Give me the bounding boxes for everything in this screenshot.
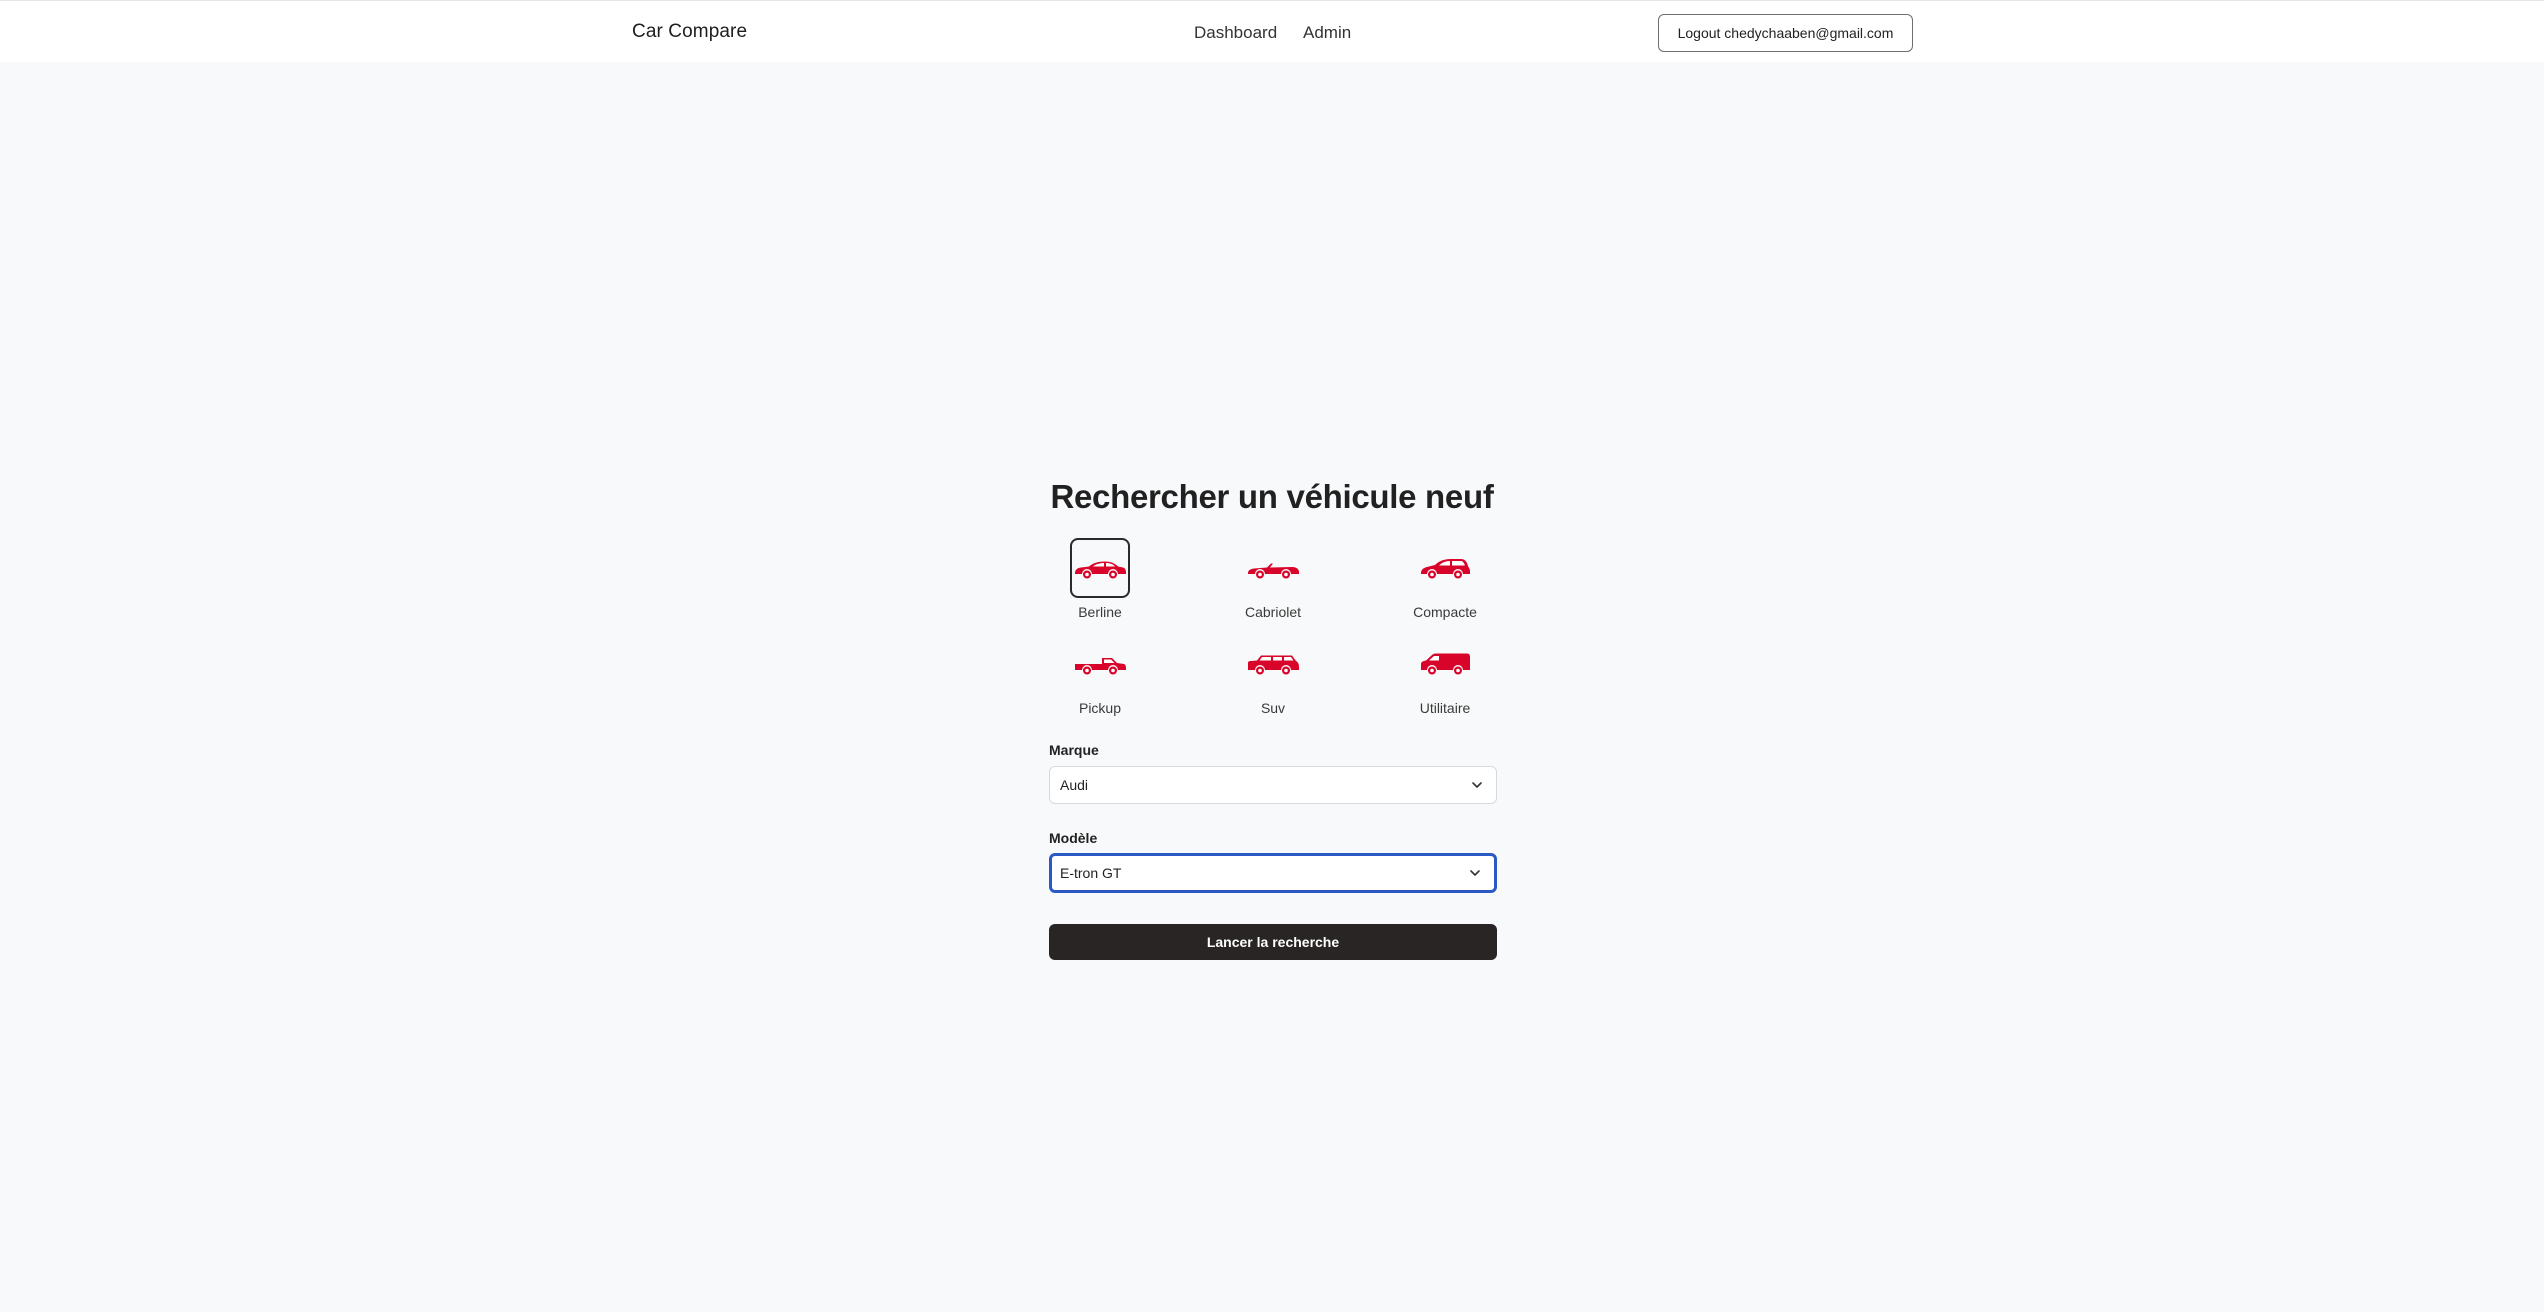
convertible-icon (1243, 538, 1303, 598)
hatchback-icon (1415, 538, 1475, 598)
model-select[interactable]: E-tron GT (1049, 853, 1497, 893)
nav-link-admin[interactable]: Admin (1303, 23, 1351, 43)
nav-link-dashboard[interactable]: Dashboard (1194, 23, 1277, 43)
search-submit-label: Lancer la recherche (1206, 934, 1340, 950)
vehicle-type-cabriolet[interactable]: Cabriolet (1218, 538, 1328, 620)
model-field-label: Modèle (1049, 830, 1098, 846)
vehicle-type-utilitaire[interactable]: Utilitaire (1390, 634, 1500, 716)
vehicle-type-berline[interactable]: Berline (1045, 538, 1155, 620)
chevron-down-icon (1470, 870, 1480, 876)
vehicle-type-compacte[interactable]: Compacte (1390, 538, 1500, 620)
navbar: Car Compare Dashboard Admin Logout chedy… (0, 0, 2544, 62)
vehicle-type-grid: Berline Cabriolet Compacte Pickup Suv Ut… (1045, 538, 1500, 718)
brand-select-value: Audi (1060, 777, 1089, 793)
page-title: Rechercher un véhicule neuf (1050, 478, 1494, 515)
vehicle-type-suv[interactable]: Suv (1218, 634, 1328, 716)
van-icon (1415, 634, 1475, 694)
vehicle-type-label: Utilitaire (1419, 700, 1471, 716)
vehicle-type-label: Compacte (1413, 604, 1477, 620)
brand-field-label: Marque (1049, 742, 1099, 758)
vehicle-type-label: Pickup (1078, 700, 1122, 716)
vehicle-type-label: Berline (1078, 604, 1122, 620)
pickup-icon (1070, 634, 1130, 694)
brand-select[interactable]: Audi (1049, 766, 1497, 804)
brand-logo[interactable]: Car Compare (632, 21, 747, 43)
vehicle-type-label: Suv (1260, 700, 1286, 716)
sedan-icon (1070, 538, 1130, 598)
model-select-value: E-tron GT (1060, 865, 1122, 881)
vehicle-type-pickup[interactable]: Pickup (1045, 634, 1155, 716)
logout-button[interactable]: Logout chedychaaben@gmail.com (1658, 14, 1913, 52)
vehicle-type-label: Cabriolet (1244, 604, 1302, 620)
logout-button-label: Logout chedychaaben@gmail.com (1677, 25, 1894, 41)
suv-icon (1243, 634, 1303, 694)
search-submit-button[interactable]: Lancer la recherche (1049, 924, 1497, 960)
chevron-down-icon (1472, 782, 1482, 788)
